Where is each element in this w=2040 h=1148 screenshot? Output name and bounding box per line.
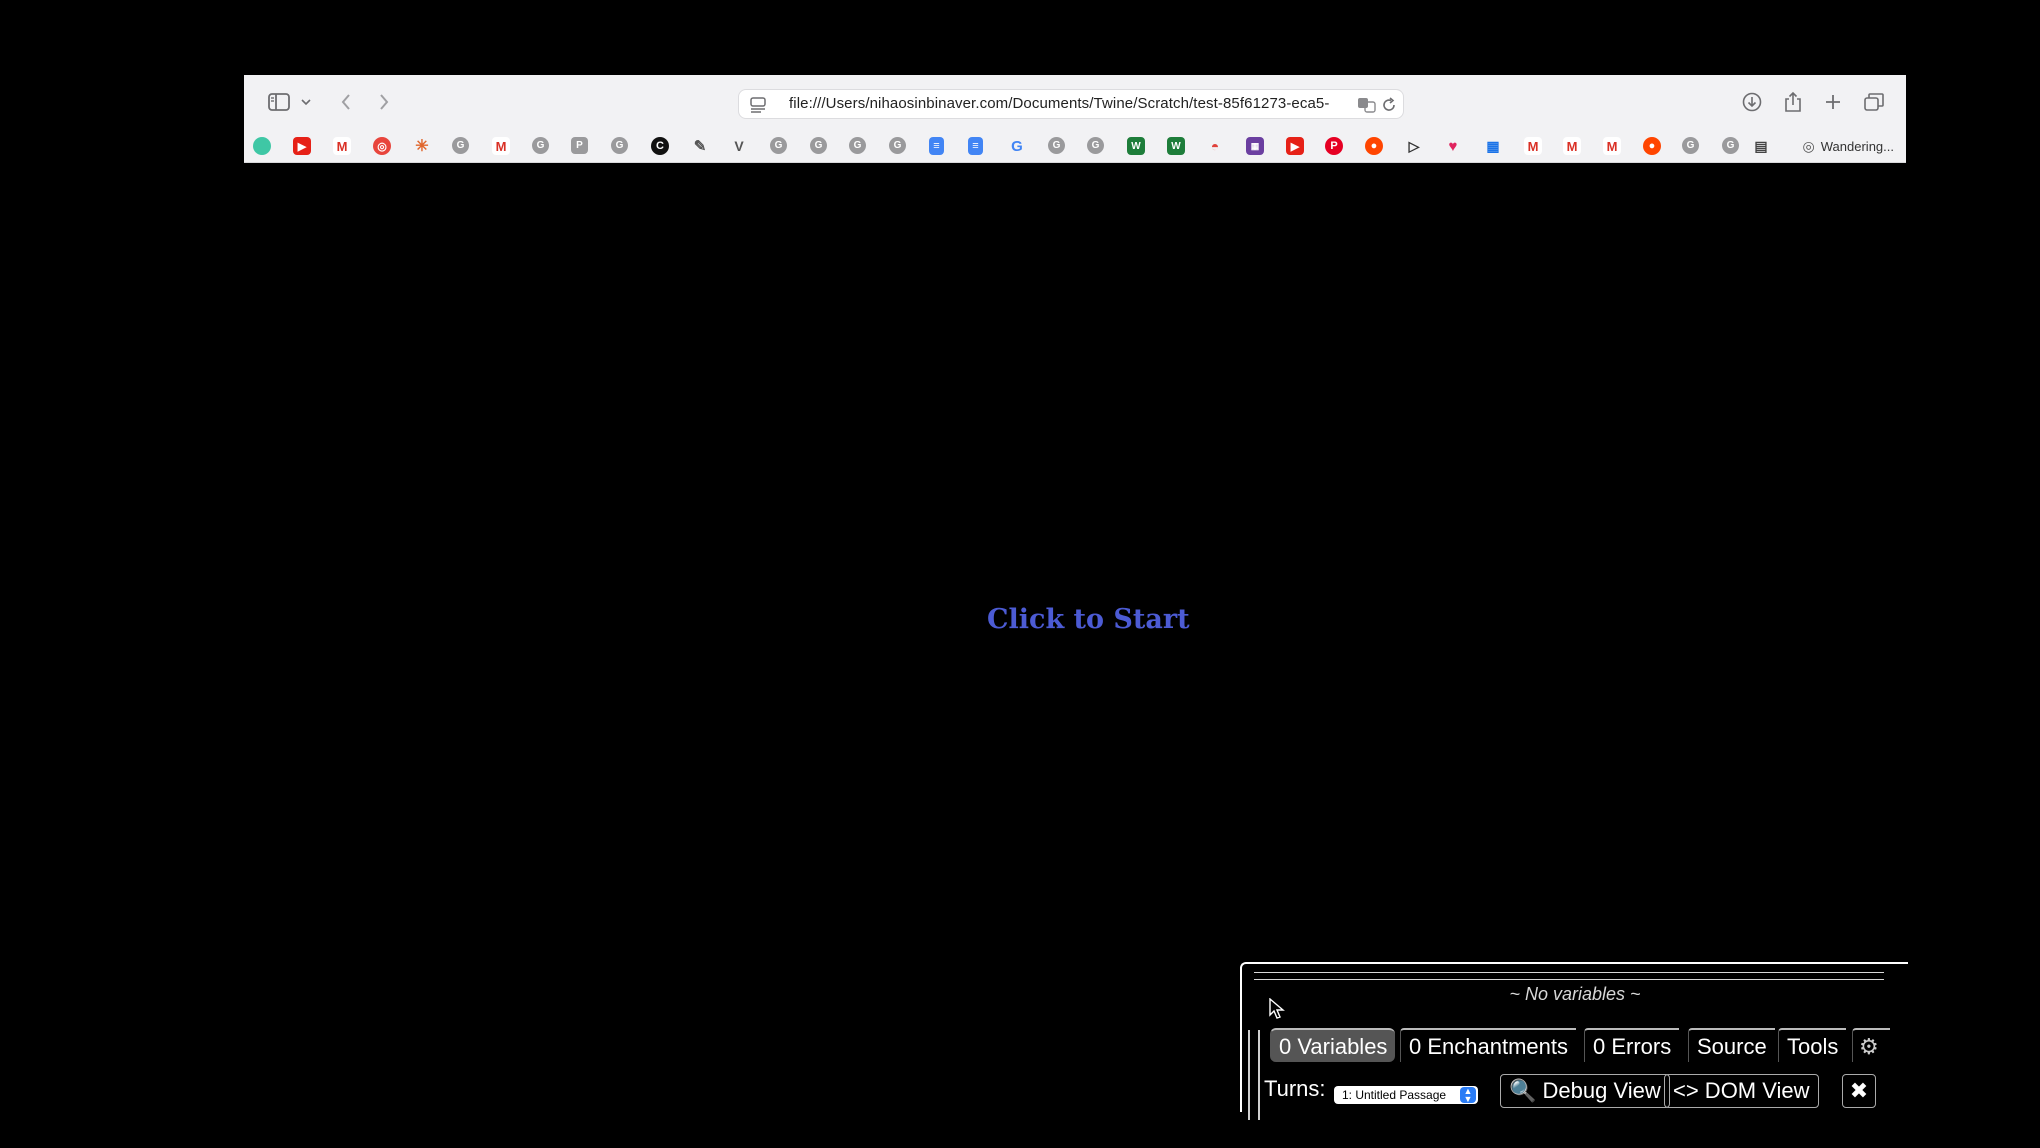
- bookmark-g-icon[interactable]: G: [1722, 137, 1739, 154]
- turns-label: Turns:: [1264, 1076, 1326, 1101]
- click-to-start-link[interactable]: Click to Start: [987, 604, 1190, 648]
- bookmark-g-icon[interactable]: G: [849, 137, 866, 154]
- mouse-cursor-icon: [1269, 998, 1285, 1019]
- chevron-down-icon: [301, 99, 311, 106]
- bookmark-grid-icon[interactable]: ▦: [1246, 137, 1264, 155]
- page-menu-icon: [750, 97, 766, 113]
- bookmark-wandering-label: Wandering...: [1820, 138, 1894, 154]
- bookmark-arc-icon[interactable]: ◓: [1206, 137, 1224, 155]
- bookmark-g-icon[interactable]: G: [611, 137, 628, 154]
- close-debug-button[interactable]: ✖: [1842, 1074, 1876, 1108]
- tab-tools[interactable]: Tools: [1778, 1028, 1847, 1062]
- debug-view-button[interactable]: 🔍 Debug View: [1500, 1074, 1670, 1108]
- bookmark-docs-icon[interactable]: ≡: [929, 137, 944, 155]
- bookmark-g-icon[interactable]: G: [889, 137, 906, 154]
- bookmark-gmail-icon[interactable]: M: [1603, 137, 1621, 155]
- bookmark-youtube-icon[interactable]: ▶: [293, 137, 311, 155]
- back-button[interactable]: [336, 87, 356, 117]
- bookmark-g-icon[interactable]: G: [810, 137, 827, 154]
- download-icon: [1742, 92, 1762, 112]
- bookmark-v-icon[interactable]: V: [730, 137, 748, 155]
- bookmark-sparkle-icon[interactable]: ✳: [413, 137, 431, 155]
- bookmark-ew-icon[interactable]: W: [1127, 137, 1145, 155]
- bookmark-g-icon[interactable]: G: [532, 137, 549, 154]
- sidebar-menu-button[interactable]: [298, 87, 314, 117]
- compass-icon: ◎: [1802, 137, 1815, 154]
- debug-tabs: 0 Variables 0 Enchantments 0 Errors Sour…: [1242, 1026, 1908, 1120]
- plus-icon: [1826, 95, 1840, 109]
- tab-enchantments[interactable]: 0 Enchantments: [1400, 1028, 1576, 1062]
- turns-select-value: 1: Untitled Passage: [1342, 1088, 1447, 1102]
- bookmark-reader-icon[interactable]: ▤: [1752, 137, 1770, 155]
- bookmarks-bar: ▶ M ◎ ✳ G M G P G C ✎ V G G G G ≡ ≡ G G …: [244, 129, 1906, 163]
- translate-icon[interactable]: [1357, 97, 1377, 113]
- address-bar[interactable]: file:///Users/nihaosinbinaver.com/Docume…: [738, 89, 1404, 119]
- bookmark-quill-icon[interactable]: ✎: [691, 137, 709, 155]
- select-arrows-icon: ▲ ▼: [1460, 1087, 1476, 1104]
- bookmark-g-icon[interactable]: G: [452, 137, 469, 154]
- sidebar-icon: [268, 93, 290, 111]
- bookmark-p-icon[interactable]: P: [571, 137, 588, 154]
- bookmark-gmail-icon[interactable]: M: [492, 137, 510, 155]
- harlowe-debug-panel: ~ No variables ~ 0 Variables 0 Enchantme…: [1240, 962, 1908, 1120]
- settings-button[interactable]: ⚙: [1852, 1028, 1890, 1062]
- bookmark-gmail-icon[interactable]: M: [1524, 137, 1542, 155]
- bookmark-c-icon[interactable]: C: [651, 137, 669, 155]
- bookmark-g-icon[interactable]: G: [1048, 137, 1065, 154]
- chevron-left-icon: [341, 94, 350, 110]
- bookmark-wandering[interactable]: ◎ Wandering...: [1803, 136, 1894, 156]
- bookmark-google-icon[interactable]: G: [1008, 137, 1026, 155]
- chevron-right-icon: [380, 94, 389, 110]
- turns-select[interactable]: 1: Untitled Passage ▲ ▼: [1334, 1086, 1478, 1104]
- tabs-overview-icon: [1864, 93, 1884, 111]
- bookmark-g-icon[interactable]: G: [1682, 137, 1699, 154]
- bookmark-gmail-icon[interactable]: M: [1563, 137, 1581, 155]
- tab-variables[interactable]: 0 Variables: [1270, 1028, 1396, 1062]
- bookmark-frog-icon[interactable]: [253, 137, 271, 155]
- bookmark-g-icon[interactable]: G: [770, 137, 787, 154]
- dom-view-button[interactable]: <> DOM View: [1664, 1074, 1819, 1108]
- resize-handle[interactable]: [1254, 972, 1884, 980]
- bookmark-apps-icon[interactable]: ▦: [1484, 137, 1502, 155]
- bookmark-ew-icon[interactable]: W: [1167, 137, 1185, 155]
- no-variables-text: ~ No variables ~: [1509, 984, 1641, 1004]
- tab-errors[interactable]: 0 Errors: [1584, 1028, 1680, 1062]
- downloads-button[interactable]: [1740, 87, 1764, 117]
- sidebar-toggle-button[interactable]: [264, 87, 294, 117]
- reload-icon[interactable]: [1381, 97, 1397, 113]
- browser-toolbar: file:///Users/nihaosinbinaver.com/Docume…: [244, 75, 1906, 129]
- bookmark-g-icon[interactable]: G: [1087, 137, 1104, 154]
- bookmark-pinterest-icon[interactable]: P: [1325, 137, 1343, 155]
- url-text: file:///Users/nihaosinbinaver.com/Docume…: [789, 95, 1329, 112]
- bookmark-reddit-icon[interactable]: ●: [1643, 137, 1661, 155]
- bookmark-reddit-icon[interactable]: ●: [1365, 137, 1383, 155]
- new-tab-button[interactable]: [1822, 87, 1844, 117]
- bookmark-gmail-icon[interactable]: M: [333, 137, 351, 155]
- bookmark-heart-icon[interactable]: ♥: [1444, 137, 1462, 155]
- tab-overview-button[interactable]: [1862, 87, 1886, 117]
- forward-button[interactable]: [374, 87, 394, 117]
- bookmark-play-icon[interactable]: ▷: [1405, 137, 1423, 155]
- bookmark-lifesaver-icon[interactable]: ◎: [373, 137, 391, 155]
- share-icon: [1785, 91, 1801, 112]
- tabs-guide: [1248, 1030, 1260, 1120]
- turns-row: Turns: 1: Untitled Passage ▲ ▼ 🔍 Debug Vi…: [1264, 1072, 1904, 1110]
- tab-source[interactable]: Source: [1688, 1028, 1775, 1062]
- bookmark-docs-icon[interactable]: ≡: [968, 137, 983, 155]
- gear-icon: ⚙: [1859, 1034, 1879, 1059]
- bookmark-youtube-icon[interactable]: ▶: [1286, 137, 1304, 155]
- share-button[interactable]: [1782, 87, 1804, 117]
